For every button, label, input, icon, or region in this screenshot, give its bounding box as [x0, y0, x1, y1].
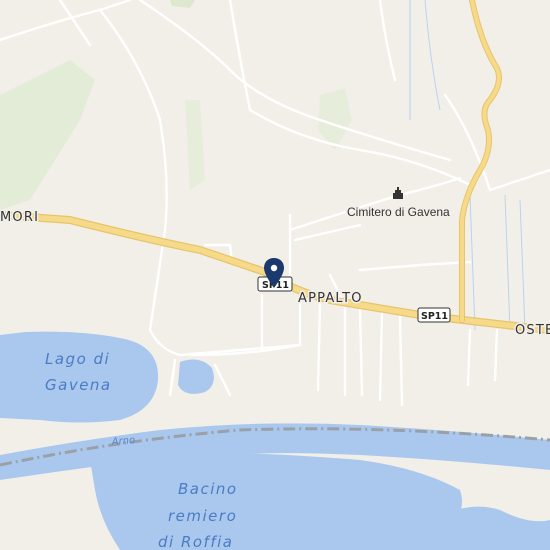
cemetery-label: Cimitero di Gavena: [347, 205, 450, 219]
basin-label-line3: di Roffia: [158, 533, 233, 550]
lake-label-line1: Lago di: [45, 350, 110, 368]
basin-label-line1: Bacino: [178, 480, 238, 498]
place-label-appalto: APPALTO: [298, 291, 363, 306]
sp11-shield-east[interactable]: SP11: [417, 307, 451, 323]
basin-label-line2: remiero: [168, 507, 237, 525]
map-canvas[interactable]: MORI APPALTO OSTE Cimitero di Gavena SP1…: [0, 0, 550, 550]
river-label: Arno: [110, 435, 135, 448]
sp11-shield-east-text: SP11: [421, 311, 448, 322]
map-view[interactable]: MORI APPALTO OSTE Cimitero di Gavena SP1…: [0, 0, 550, 550]
place-label-osteria: OSTE: [515, 323, 550, 338]
lake-label-line2: Gavena: [45, 376, 112, 394]
place-label-mori: MORI: [0, 210, 39, 225]
